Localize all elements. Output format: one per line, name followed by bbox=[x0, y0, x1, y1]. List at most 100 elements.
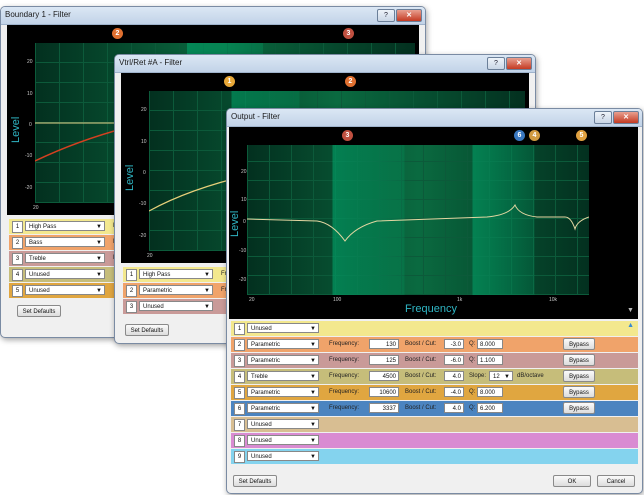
scroll-down-icon[interactable]: ▼ bbox=[627, 307, 634, 314]
frequency-input[interactable]: 3337 bbox=[369, 403, 399, 413]
boost-cut-input[interactable]: -6.0 bbox=[444, 355, 464, 365]
x-tick: 100 bbox=[333, 297, 342, 303]
boost-cut-label: Boost / Cut: bbox=[405, 389, 437, 395]
set-defaults-button[interactable]: Set Defaults bbox=[125, 324, 169, 336]
x-tick: 20 bbox=[147, 253, 153, 259]
y-tick: 10 bbox=[241, 197, 247, 203]
chevron-down-icon: ▼ bbox=[204, 304, 210, 310]
band-type-select[interactable]: Parametric ▼ bbox=[139, 285, 213, 295]
band-row: 3 Parametric ▼ Frequency: 125 Boost / Cut… bbox=[231, 353, 638, 368]
band-type-select[interactable]: Unused ▼ bbox=[247, 435, 319, 445]
frequency-input[interactable]: 125 bbox=[369, 355, 399, 365]
band-marker[interactable]: 2 bbox=[112, 28, 123, 39]
help-button[interactable]: ? bbox=[487, 57, 505, 70]
band-type-select[interactable]: Parametric ▼ bbox=[247, 403, 319, 413]
band-number: 3 bbox=[126, 301, 137, 313]
x-tick: 20 bbox=[249, 297, 255, 303]
band-number: 4 bbox=[12, 269, 23, 281]
scroll-up-icon[interactable]: ▲ bbox=[627, 322, 634, 329]
close-button[interactable]: ✕ bbox=[396, 9, 422, 22]
y-axis-label: Level bbox=[124, 164, 136, 191]
help-button[interactable]: ? bbox=[594, 111, 612, 124]
band-number: 1 bbox=[12, 221, 23, 233]
window-title: Boundary 1 - Filter bbox=[5, 10, 71, 19]
frequency-input[interactable]: 4500 bbox=[369, 371, 399, 381]
band-number: 7 bbox=[234, 419, 245, 431]
band-type-select[interactable]: Unused ▼ bbox=[25, 285, 105, 295]
x-tick: 1k bbox=[457, 297, 463, 303]
band-type-select[interactable]: Treble ▼ bbox=[247, 371, 319, 381]
band-row: 4 Treble ▼ Frequency: 4500 Boost / Cut: 4… bbox=[231, 369, 638, 384]
bypass-button[interactable]: Bypass bbox=[563, 354, 595, 366]
boost-cut-label: Boost / Cut: bbox=[405, 357, 437, 363]
band-type-select[interactable]: Unused ▼ bbox=[247, 323, 319, 333]
title-bar: Output - Filter ? ✕ bbox=[227, 109, 642, 127]
q-input[interactable]: 1.100 bbox=[477, 355, 503, 365]
band-type-select[interactable]: Unused ▼ bbox=[247, 451, 319, 461]
set-defaults-button[interactable]: Set Defaults bbox=[233, 475, 277, 487]
bypass-button[interactable]: Bypass bbox=[563, 402, 595, 414]
help-button[interactable]: ? bbox=[377, 9, 395, 22]
y-tick: 20 bbox=[27, 59, 33, 65]
ok-button[interactable]: OK bbox=[553, 475, 591, 487]
cancel-button[interactable]: Cancel bbox=[597, 475, 635, 487]
band-type-select[interactable]: Parametric ▼ bbox=[247, 387, 319, 397]
boost-cut-input[interactable]: 4.0 bbox=[444, 403, 464, 413]
chevron-down-icon: ▼ bbox=[96, 224, 102, 230]
chevron-down-icon: ▼ bbox=[310, 358, 316, 364]
chevron-down-icon: ▼ bbox=[310, 406, 316, 412]
band-type-select[interactable]: Unused ▼ bbox=[247, 419, 319, 429]
band-number: 1 bbox=[234, 323, 245, 335]
chevron-down-icon: ▼ bbox=[310, 422, 316, 428]
band-type-select[interactable]: Treble ▼ bbox=[25, 253, 105, 263]
y-tick: 20 bbox=[141, 107, 147, 113]
frequency-input[interactable]: 130 bbox=[369, 339, 399, 349]
band-type-select[interactable]: Unused ▼ bbox=[25, 269, 105, 279]
q-input[interactable]: 8.000 bbox=[477, 339, 503, 349]
band-number: 2 bbox=[126, 285, 137, 297]
band-row: 7 Unused ▼ bbox=[231, 417, 638, 432]
band-row: 1 Unused ▼ ▲ bbox=[231, 321, 638, 336]
band-type-select[interactable]: High Pass ▼ bbox=[139, 269, 213, 279]
band-marker[interactable]: 3 bbox=[343, 28, 354, 39]
band-number: 3 bbox=[234, 355, 245, 367]
y-tick: 10 bbox=[27, 91, 33, 97]
band-marker[interactable]: 3 bbox=[342, 130, 353, 141]
boost-cut-input[interactable]: -4.0 bbox=[444, 387, 464, 397]
band-marker[interactable]: 5 bbox=[576, 130, 587, 141]
band-list: 1 Unused ▼ ▲ 2 Parametric ▼ Frequency: 130… bbox=[229, 321, 640, 469]
band-type-select[interactable]: High Pass ▼ bbox=[25, 221, 105, 231]
bypass-button[interactable]: Bypass bbox=[563, 338, 595, 350]
band-marker[interactable]: 1 bbox=[224, 76, 235, 87]
chevron-down-icon: ▼ bbox=[504, 374, 510, 380]
q-input[interactable]: 8.000 bbox=[477, 387, 503, 397]
band-row: 9 Unused ▼ bbox=[231, 449, 638, 464]
band-marker[interactable]: 2 bbox=[345, 76, 356, 87]
band-type-select[interactable]: Bass ▼ bbox=[25, 237, 105, 247]
band-type-select[interactable]: Parametric ▼ bbox=[247, 355, 319, 365]
slope-select[interactable]: 12 ▼ bbox=[489, 371, 513, 381]
bypass-button[interactable]: Bypass bbox=[563, 386, 595, 398]
boost-cut-input[interactable]: -3.0 bbox=[444, 339, 464, 349]
boost-cut-input[interactable]: 4.0 bbox=[444, 371, 464, 381]
y-axis-label: Level bbox=[10, 116, 22, 143]
filter-graph[interactable]: 3 6 4 5 20 10 0 -10 -20 20 100 1k 10k Fr… bbox=[229, 127, 638, 319]
title-bar: Boundary 1 - Filter ? ✕ bbox=[1, 7, 425, 25]
x-tick: 10k bbox=[549, 297, 558, 303]
close-button[interactable]: ✕ bbox=[613, 111, 639, 124]
band-marker[interactable]: 6 bbox=[514, 130, 525, 141]
bypass-button[interactable]: Bypass bbox=[563, 370, 595, 382]
close-button[interactable]: ✕ bbox=[506, 57, 532, 70]
band-type-select[interactable]: Unused ▼ bbox=[139, 301, 213, 311]
q-input[interactable]: 6.200 bbox=[477, 403, 503, 413]
frequency-label: Frequency: bbox=[329, 357, 360, 363]
band-number: 1 bbox=[126, 269, 137, 281]
band-type-select[interactable]: Parametric ▼ bbox=[247, 339, 319, 349]
response-curve bbox=[247, 203, 589, 242]
set-defaults-button[interactable]: Set Defaults bbox=[17, 305, 61, 317]
frequency-input[interactable]: 10600 bbox=[369, 387, 399, 397]
y-tick: -20 bbox=[139, 233, 147, 239]
band-number: 6 bbox=[234, 403, 245, 415]
chevron-down-icon: ▼ bbox=[96, 288, 102, 294]
band-marker[interactable]: 4 bbox=[529, 130, 540, 141]
